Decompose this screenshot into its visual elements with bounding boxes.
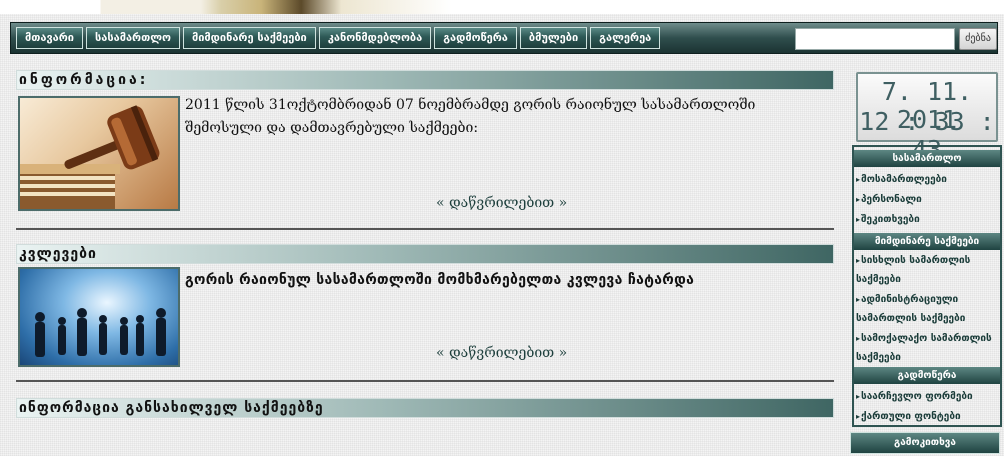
nav-items: მთავარი სასამართლო მიმდინარე საქმეები კა… <box>16 27 661 49</box>
sidebar-item-administrative-cases[interactable]: ადმინისტრაციული სამართლის საქმეები <box>856 290 1002 328</box>
nav-current-cases[interactable]: მიმდინარე საქმეები <box>182 27 316 49</box>
sidebar-item-civil-cases[interactable]: სამოქალაქო სამართლის საქმეები <box>856 329 1002 367</box>
nav-gallery[interactable]: გალერეა <box>590 27 661 49</box>
search-input[interactable] <box>795 28 955 50</box>
gavel-icon <box>20 105 160 209</box>
sidebar-item-judges[interactable]: მოსამართლეები <box>856 170 1002 189</box>
sidebar-item-questions[interactable]: შეკითხვები <box>856 210 1002 229</box>
section-header-information: ინფორმაცია: <box>16 70 834 90</box>
sidebar-item-staff[interactable]: პერსონალი <box>856 190 1002 209</box>
section-title: ინფორმაცია: <box>19 72 149 88</box>
survey-article-text: გორის რაიონულ სასამართლოში მომხმარებელთა… <box>185 272 695 288</box>
poll-button[interactable]: გამოკითხვა <box>850 432 1000 454</box>
nav-download[interactable]: გადმოწერა <box>434 27 517 49</box>
survey-read-more-link[interactable]: « დაწვრილებით » <box>436 345 567 361</box>
section-divider <box>16 228 834 230</box>
nav-links[interactable]: ბმულები <box>519 27 588 49</box>
sidebar-item-election-forms[interactable]: საარჩევლო ფორმები <box>856 387 1002 406</box>
sidebar-group-download: გადმოწერა <box>854 367 1000 384</box>
survey-image <box>18 267 180 367</box>
section-header-surveys: კვლევები <box>16 244 834 264</box>
business-people-icon <box>35 308 166 357</box>
section-title: ინფორმაცია განსახილველ საქმეებზე <box>19 400 324 416</box>
nav-home[interactable]: მთავარი <box>16 27 84 49</box>
nav-court[interactable]: სასამართლო <box>86 27 180 49</box>
sidebar-group-court: სასამართლო <box>854 150 1000 167</box>
section-title: კვლევები <box>19 246 97 262</box>
info-read-more-link[interactable]: « დაწვრილებით » <box>436 195 567 211</box>
sidebar-item-georgian-fonts[interactable]: ქართული ფონტები <box>856 407 1002 426</box>
digital-clock: 7. 11. 2011 12 : 33 : 43 <box>856 72 998 164</box>
section-header-pending-cases: ინფორმაცია განსახილველ საქმეებზე <box>16 398 834 418</box>
top-banner-strip <box>0 0 1004 14</box>
main-navigation: მთავარი სასამართლო მიმდინარე საქმეები კა… <box>10 22 998 54</box>
section-divider <box>16 380 834 382</box>
search-button[interactable]: ძებნა <box>959 28 997 50</box>
gavel-image <box>18 96 180 211</box>
sidebar-item-criminal-cases[interactable]: სისხლის სამართლის საქმეები <box>856 251 1002 289</box>
nav-legislation[interactable]: კანონმდებლობა <box>318 27 432 49</box>
info-article-text: 2011 წლის 31ოქტომბრიდან 07 ნოემბრამდე გო… <box>185 97 756 136</box>
sidebar-group-current-cases: მიმდინარე საქმეები <box>854 233 1000 250</box>
